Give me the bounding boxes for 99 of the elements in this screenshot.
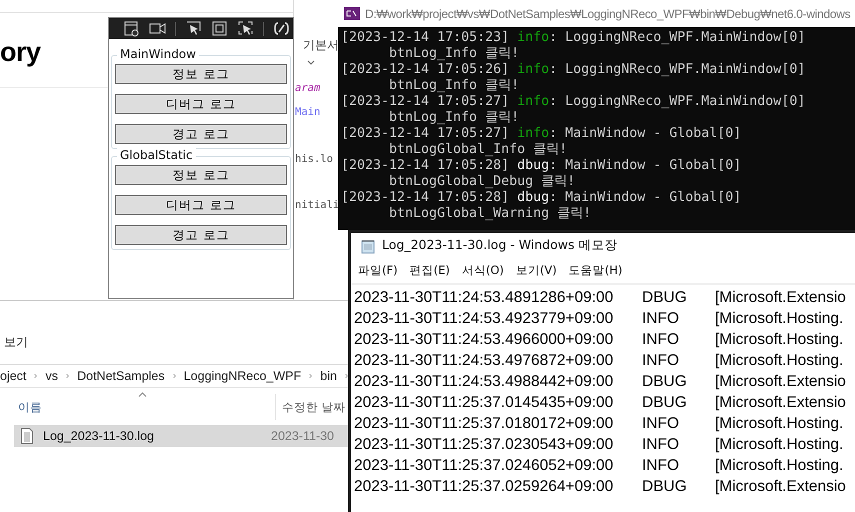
- log-text: [Microsoft.Hosting.: [715, 309, 844, 329]
- log-text: [Microsoft.Hosting.: [715, 435, 844, 455]
- chevron-right-icon: [66, 372, 70, 380]
- log-text: INFO: [642, 330, 680, 350]
- log-text: INFO: [642, 435, 680, 455]
- log-level: dbug: [517, 158, 550, 173]
- log-text: INFO: [642, 414, 680, 434]
- menu-item[interactable]: 파일(F): [358, 263, 398, 278]
- menu-item[interactable]: 도움말(H): [568, 263, 622, 278]
- log-text: 2023-11-30T11:25:37.0180172+09:00: [354, 414, 614, 434]
- log-source: : LoggingNReco_WPF.MainWindow[0]: [549, 30, 806, 45]
- log-text: 2023-11-30T11:24:53.4976872+09:00: [354, 351, 614, 371]
- log-message: btnLog_Info 클릭!: [388, 78, 520, 94]
- breadcrumb-item[interactable]: oject: [0, 369, 26, 383]
- menu-item[interactable]: 보기(V): [516, 263, 557, 278]
- chevron-right-icon: [34, 372, 38, 380]
- log-message: btnLogGlobal_Info 클릭!: [388, 142, 568, 158]
- log-button[interactable]: 디버그 로그: [115, 195, 287, 215]
- log-text: INFO: [642, 309, 680, 329]
- log-source: : MainWindow - Global[0]: [549, 158, 742, 173]
- log-text: [Microsoft.Extensio: [715, 288, 847, 308]
- log-timestamp: [2023-12-14 17:05:28]: [341, 158, 510, 173]
- log-level: info: [517, 126, 550, 141]
- log-level: info: [517, 94, 550, 109]
- breadcrumb-item[interactable]: DotNetSamples: [77, 369, 165, 383]
- breadcrumb-item[interactable]: bin: [320, 369, 337, 383]
- log-text: 2023-11-30T11:24:53.4891286+09:00: [354, 288, 614, 308]
- pointer-select-icon[interactable]: [185, 20, 202, 37]
- file-row[interactable]: Log_2023-11-30.log 2023-11-30: [14, 425, 348, 447]
- log-text: 2023-11-30T11:24:53.4923779+09:00: [354, 309, 614, 329]
- chevron-down-icon: [307, 60, 315, 65]
- log-timestamp: [2023-12-14 17:05:27]: [341, 126, 510, 141]
- square-frame-icon[interactable]: [211, 20, 228, 37]
- breadcrumb-item[interactable]: LoggingNReco_WPF: [184, 369, 302, 383]
- code-text: his.lo: [295, 153, 333, 165]
- file-name: Log_2023-11-30.log: [43, 429, 155, 443]
- log-text: [Microsoft.Hosting.: [715, 330, 844, 350]
- log-text: DBUG: [642, 288, 688, 308]
- log-text: [Microsoft.Hosting.: [715, 456, 844, 476]
- log-message: btnLog_Info 클릭!: [388, 46, 520, 62]
- window-title: Log_2023-11-30.log - Windows 메모장: [382, 237, 618, 254]
- log-button[interactable]: 정보 로그: [115, 165, 287, 185]
- log-button[interactable]: 경고 로그: [115, 225, 287, 245]
- notepad-icon: [360, 238, 376, 254]
- pointer-frame-icon[interactable]: [237, 20, 254, 37]
- sort-caret-icon: [138, 392, 147, 397]
- log-text: [Microsoft.Extensio: [715, 477, 847, 497]
- log-text: 2023-11-30T11:25:37.0246052+09:00: [354, 456, 614, 476]
- log-message: btnLog_Info 클릭!: [388, 110, 520, 126]
- log-level: dbug: [517, 190, 550, 205]
- log-timestamp: [2023-12-14 17:05:26]: [341, 62, 510, 77]
- log-source: : MainWindow - Global[0]: [549, 126, 742, 141]
- log-text: INFO: [642, 456, 680, 476]
- menu-item[interactable]: 서식(O): [462, 263, 504, 278]
- log-text: DBUG: [642, 393, 688, 413]
- log-button[interactable]: 정보 로그: [115, 64, 287, 84]
- file-date: 2023-11-30: [271, 429, 334, 443]
- log-source: : MainWindow - Global[0]: [549, 190, 742, 205]
- chevron-right-icon: [172, 372, 176, 380]
- window-gear-icon[interactable]: [123, 20, 140, 37]
- column-title: 이름: [18, 400, 42, 414]
- log-text: INFO: [642, 351, 680, 371]
- code-text: nitiali: [295, 199, 340, 211]
- log-level: info: [517, 30, 550, 45]
- log-text: 2023-11-30T11:25:37.0259264+09:00: [354, 477, 614, 497]
- chevron-right-icon: [344, 372, 348, 380]
- log-text: DBUG: [642, 477, 688, 497]
- log-text: [Microsoft.Hosting.: [715, 414, 844, 434]
- log-timestamp: [2023-12-14 17:05:28]: [341, 190, 510, 205]
- menu-item[interactable]: 편집(E): [410, 263, 450, 278]
- log-timestamp: [2023-12-14 17:05:27]: [341, 94, 510, 109]
- log-message: btnLogGlobal_Debug 클릭!: [388, 174, 576, 190]
- column-header[interactable]: 이름: [0, 394, 276, 420]
- log-timestamp: [2023-12-14 17:05:23]: [341, 30, 510, 45]
- log-text: 2023-11-30T11:24:53.4988442+09:00: [354, 372, 614, 392]
- code-text: Main: [295, 106, 320, 118]
- log-text: DBUG: [642, 372, 688, 392]
- log-text: 2023-11-30T11:24:53.4966000+09:00: [354, 330, 614, 350]
- breadcrumb-item[interactable]: vs: [46, 369, 58, 383]
- log-button[interactable]: 경고 로그: [115, 124, 287, 144]
- menu-item[interactable]: 보기: [4, 334, 28, 351]
- log-message: btnLogGlobal_Warning 클릭!: [388, 206, 592, 222]
- editor-label: 기본서: [303, 37, 339, 54]
- log-source: : LoggingNReco_WPF.MainWindow[0]: [549, 62, 806, 77]
- log-text: [Microsoft.Extensio: [715, 372, 847, 392]
- console-app-icon: [344, 7, 360, 20]
- log-level: info: [517, 62, 550, 77]
- log-text: [Microsoft.Hosting.: [715, 351, 844, 371]
- address-bar[interactable]: oject vs DotNetSamples LoggingNReco_WPF bin: [0, 364, 348, 388]
- log-text: 2023-11-30T11:25:37.0145435+09:00: [354, 393, 614, 413]
- log-text: [Microsoft.Extensio: [715, 393, 847, 413]
- brackets-icon[interactable]: [273, 20, 290, 37]
- log-button[interactable]: 디버그 로그: [115, 94, 287, 114]
- document-icon: [21, 428, 33, 444]
- log-text: 2023-11-30T11:25:37.0230543+09:00: [354, 435, 614, 455]
- column-header[interactable]: 수정한 날짜: [276, 394, 346, 420]
- chevron-right-icon: [309, 372, 312, 380]
- log-source: : LoggingNReco_WPF.MainWindow[0]: [549, 94, 806, 109]
- window-title: D:₩work₩project₩vs₩DotNetSamples₩LoggingNReco_WPF₩bin₩Debug₩net6.0-windows: [365, 6, 850, 20]
